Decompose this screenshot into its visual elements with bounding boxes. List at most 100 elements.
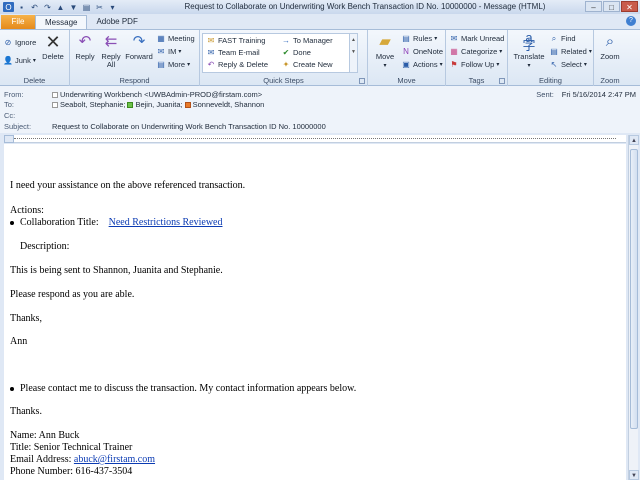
rules-button[interactable]: ▤ Rules ▾ (401, 34, 437, 43)
presence-busy-icon (184, 101, 191, 108)
maximize-button[interactable]: □ (603, 1, 620, 12)
more-button[interactable]: ▤ More ▾ (156, 60, 190, 69)
intro-text: I need your assistance on the above refe… (10, 180, 246, 191)
reply-all-button[interactable]: ⇇ Reply All (99, 33, 123, 69)
sent-value: Fri 5/16/2014 2:47 PM (561, 90, 636, 99)
select-icon: ↖ (550, 60, 558, 69)
quickstep-label: Done (293, 48, 311, 57)
meeting-button[interactable]: ▦ Meeting (156, 34, 194, 43)
select-button[interactable]: ↖ Select ▾ (549, 60, 587, 69)
related-label: Related (561, 47, 587, 56)
tab-adobe-pdf[interactable]: Adobe PDF (87, 15, 146, 29)
scroll-down-icon[interactable]: ▼ (629, 470, 639, 480)
sent-to-text: This is being sent to Shannon, Juanita a… (10, 265, 223, 276)
subject-value: Request to Collaborate on Underwriting W… (52, 122, 326, 131)
im-button[interactable]: ✉ IM ▾ (156, 47, 182, 56)
reply-all-icon: ⇇ (104, 33, 118, 50)
recipient[interactable]: Sonneveldt, Shannon (193, 100, 265, 109)
cc-label: Cc: (4, 111, 16, 120)
mark-unread-button[interactable]: ✉ Mark Unread (449, 34, 505, 43)
tab-message[interactable]: Message (35, 15, 88, 29)
undo-icon[interactable]: ↶ (29, 2, 40, 12)
move-button[interactable]: ▰ Move ▾ (371, 33, 399, 70)
select-label: Select (561, 60, 582, 69)
onenote-button[interactable]: N OneNote (401, 47, 443, 56)
delete-button[interactable]: ✕ Delete (40, 33, 66, 61)
follow-up-button[interactable]: ⚑ Follow Up ▾ (449, 60, 499, 69)
ignore-button[interactable]: ⊘ Ignore (3, 38, 37, 47)
related-button[interactable]: ▤ Related ▾ (549, 47, 592, 56)
contact-name: Name: Ann Buck (10, 430, 80, 441)
quick-steps-launcher-icon[interactable] (359, 78, 365, 84)
close-button[interactable]: ✕ (621, 1, 638, 12)
recipient[interactable]: Seabolt, Stephanie; (60, 100, 125, 109)
group-label-quick-steps: Quick Steps (263, 76, 304, 85)
forward-button[interactable]: ↷ Forward (125, 33, 153, 61)
print-icon[interactable]: ▤ (81, 2, 92, 12)
description-label: Description: (20, 241, 70, 252)
redo-icon[interactable]: ↷ (42, 2, 53, 12)
quickstep-label: Create New (293, 60, 333, 69)
contact-title: Title: Senior Technical Trainer (10, 442, 133, 453)
tags-group: ✉ Mark Unread ▦ Categorize ▾ ⚑ Follow Up ▾… (446, 30, 508, 86)
to-row: To: Seabolt, Stephanie; Bejin, Juanita; … (4, 100, 264, 109)
recipient[interactable]: Bejin, Juanita; (135, 100, 182, 109)
quickstep-fast-training[interactable]: ✉ FAST Training (206, 36, 266, 45)
quick-steps-scrollbar[interactable]: ▲ ▼ (349, 34, 357, 72)
editing-group: a字 Translate ▾ ⌕ Find ▤ Related ▾ ↖ Select… (508, 30, 594, 86)
subject-label: Subject: (4, 122, 32, 131)
thanks-text: Thanks, (10, 313, 42, 324)
contact-phone: Phone Number: 616-437-3504 (10, 466, 133, 477)
quickstep-label: Reply & Delete (218, 60, 269, 69)
window-controls: – □ ✕ (585, 1, 638, 12)
follow-up-label: Follow Up (461, 60, 495, 69)
im-icon: ✉ (157, 47, 165, 56)
quickstep-to-manager[interactable]: → To Manager (281, 36, 333, 45)
quickstep-done[interactable]: ✔ Done (281, 48, 311, 57)
categorize-button[interactable]: ▦ Categorize ▾ (449, 47, 502, 56)
junk-button[interactable]: 👤 Junk ▾ (3, 56, 36, 65)
tags-launcher-icon[interactable] (499, 78, 505, 84)
save-icon[interactable]: ▪ (16, 2, 27, 12)
outlook-app-icon[interactable]: O (3, 2, 14, 12)
tab-file[interactable]: File (1, 15, 35, 29)
ruler-toggle[interactable] (4, 135, 14, 143)
meeting-icon: ▦ (157, 34, 165, 43)
presence-online-icon (127, 101, 134, 108)
quickstep-reply-delete[interactable]: ↶ Reply & Delete (206, 60, 268, 69)
vertical-scrollbar[interactable]: ▲ ▼ (628, 135, 639, 480)
find-button[interactable]: ⌕ Find (549, 34, 576, 44)
reply-delete-icon: ↶ (207, 60, 215, 69)
quickstep-label: To Manager (293, 36, 333, 45)
translate-button[interactable]: a字 Translate ▾ (511, 31, 547, 70)
group-label-editing: Editing (539, 76, 562, 85)
zoom-button[interactable]: ⌕ Zoom (596, 33, 624, 61)
mark-unread-icon: ✉ (450, 34, 458, 43)
message-body[interactable]: I need your assistance on the above refe… (4, 144, 626, 480)
from-value[interactable]: Underwriting Workbench <UWBAdmin-PROD@fi… (60, 90, 262, 99)
collab-title-label: Collaboration Title: (20, 217, 99, 228)
create-new-icon: ✦ (282, 60, 290, 69)
customize-toolbar-icon[interactable]: ▾ (107, 2, 118, 12)
help-icon[interactable]: ? (626, 16, 636, 26)
down-arrow-icon[interactable]: ▼ (68, 2, 79, 12)
cc-row: Cc: (4, 111, 52, 120)
actions-label: Actions: (10, 205, 44, 216)
contact-item: Please contact me to discuss the transac… (10, 383, 356, 394)
tools-icon[interactable]: ✂ (94, 2, 105, 12)
reply-button[interactable]: ↶ Reply (73, 33, 97, 61)
reply-icon: ↶ (78, 33, 92, 50)
quickstep-team-email[interactable]: ✉ Team E-mail (206, 48, 260, 57)
up-arrow-icon[interactable]: ▲ (55, 2, 66, 12)
actions-button[interactable]: ▣ Actions ▾ (401, 60, 442, 69)
quickstep-create-new[interactable]: ✦ Create New (281, 60, 333, 69)
scroll-up-icon[interactable]: ▲ (629, 135, 639, 145)
translate-label: Translate (513, 52, 545, 61)
find-label: Find (561, 34, 576, 43)
quick-steps-group: ✉ FAST Training ✉ Team E-mail ↶ Reply & … (200, 30, 368, 86)
scroll-thumb[interactable] (630, 149, 638, 429)
email-link[interactable]: abuck@firstam.com (74, 454, 155, 465)
collab-title-link[interactable]: Need Restrictions Reviewed (109, 217, 223, 228)
ribbon: ⊘ Ignore 👤 Junk ▾ ✕ Delete Delete ↶ Reply… (0, 29, 640, 86)
minimize-button[interactable]: – (585, 1, 602, 12)
